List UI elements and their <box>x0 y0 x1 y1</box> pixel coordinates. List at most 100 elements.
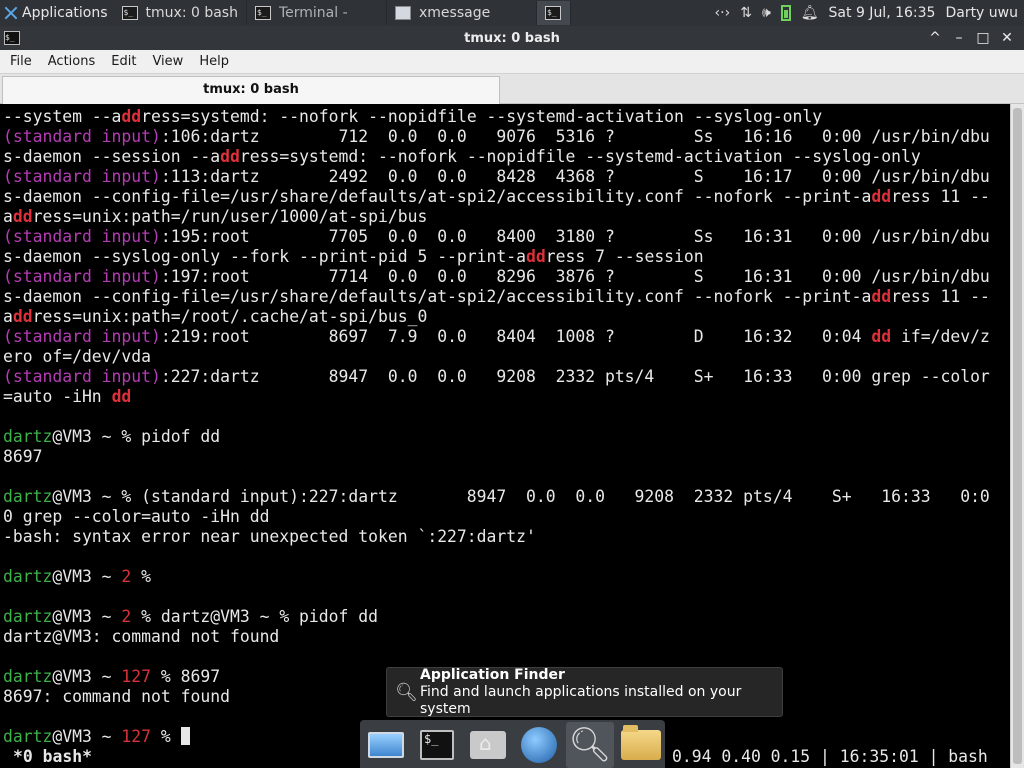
scrollbar-thumb[interactable] <box>1013 108 1022 764</box>
terminal-text-segment: dd <box>12 307 33 326</box>
terminal-text-segment: 0 grep --color=auto -iHn dd <box>3 507 270 526</box>
terminal-text-segment: dd <box>12 207 33 226</box>
terminal-text-segment: 127 <box>121 667 152 686</box>
terminal-text-segment: s-daemon --session --a <box>3 147 221 166</box>
show-desktop-icon <box>368 732 404 758</box>
maximize-button[interactable]: □ <box>974 30 992 46</box>
terminal-text-segment: (standard input) <box>3 367 161 386</box>
terminal-line: s-daemon --config-file=/usr/share/defaul… <box>3 187 1010 207</box>
magnifier-icon: 🔍︎ <box>395 681 418 703</box>
terminal-line: s-daemon --session --address=systemd: --… <box>3 147 1010 167</box>
terminal-line: s-daemon --config-file=/usr/share/defaul… <box>3 287 1010 307</box>
terminal-text-segment: dd <box>526 247 546 266</box>
terminal-line: ero of=/dev/vda <box>3 347 1010 367</box>
terminal-text-segment: 8697 <box>3 447 43 466</box>
notification-bell-icon[interactable]: 🔔︎ <box>801 5 819 21</box>
menu-actions[interactable]: Actions <box>40 54 104 69</box>
app-finder-icon: 🔍︎ <box>568 725 612 765</box>
terminal-text-segment: % <box>151 727 181 746</box>
tmux-window-list: *0 bash* <box>13 747 92 766</box>
menu-help[interactable]: Help <box>191 54 237 69</box>
app-finder-launcher[interactable]: 🔍︎ <box>566 722 614 768</box>
terminal-text-segment: @VM3 ~ % pidof dd <box>52 427 221 446</box>
files-folder-launcher[interactable] <box>617 722 665 768</box>
terminal-text-segment: dartz <box>3 567 53 586</box>
terminal-window-icon[interactable]: $_ <box>4 31 20 45</box>
terminal-line: (standard input):227:dartz 8947 0.0 0.0 … <box>3 367 1010 387</box>
terminal-text-segment: % dartz@VM3 ~ % pidof dd <box>131 607 378 626</box>
terminal-text-segment: =auto -iHn <box>3 387 112 406</box>
applications-menu-button[interactable]: Applications <box>0 0 114 26</box>
tooltip-description: Find and launch applications installed o… <box>420 683 742 717</box>
top-panel: Applications $_ tmux: 0 bash $_ Terminal… <box>0 0 1024 26</box>
terminal-text-segment: :227:dartz 8947 0.0 0.0 9208 2332 pts/4 … <box>160 367 990 386</box>
home-folder-icon <box>470 731 506 759</box>
taskbar-item-xmessage[interactable]: xmessage <box>387 1 537 25</box>
terminal-text-segment: --system --a <box>3 107 122 126</box>
terminal-icon: $_ <box>544 6 561 20</box>
terminal-text-segment: dartz <box>3 427 53 446</box>
terminal-text-segment: @VM3 ~ % (standard input):227:dartz 8947… <box>52 487 990 506</box>
terminal-line: =auto -iHn dd <box>3 387 1010 407</box>
taskbar-item-label: Terminal - <box>278 5 348 21</box>
tab-bar: tmux: 0 bash <box>0 74 1024 104</box>
user-menu[interactable]: Darty uwu <box>945 5 1018 21</box>
terminal-line: (standard input):106:dartz 712 0.0 0.0 9… <box>3 127 1010 147</box>
taskbar-item-label: tmux: 0 bash <box>145 5 238 21</box>
terminal-text-segment: dartz <box>3 667 53 686</box>
terminal-text-segment: s-daemon --syslog-only --fork --print-pi… <box>3 247 527 266</box>
terminal-text-segment: a <box>3 307 13 326</box>
terminal-text-segment: 2 <box>121 607 132 626</box>
terminal-text-segment: (standard input) <box>3 127 161 146</box>
menu-edit[interactable]: Edit <box>103 54 144 69</box>
terminal-text-segment: s-daemon --config-file=/usr/share/defaul… <box>3 187 872 206</box>
network-icon[interactable]: ‹·› <box>715 5 731 21</box>
terminal-icon: $_ <box>254 6 271 20</box>
taskbar-item-terminal[interactable]: $_ Terminal - <box>247 1 387 25</box>
taskbar-item-active-terminal[interactable]: $_ <box>536 1 571 25</box>
terminal-text-segment: dartz <box>3 727 53 746</box>
shade-button[interactable]: ^ <box>926 30 944 46</box>
terminal-text-segment: dd <box>121 107 142 126</box>
terminal-text-segment: dd <box>111 387 132 406</box>
home-folder-launcher[interactable] <box>464 722 512 768</box>
minimize-button[interactable]: – <box>950 30 968 46</box>
volume-icon[interactable]: 🕪 <box>762 5 771 21</box>
terminal-text-segment: :113:dartz 2492 0.0 0.0 8428 4368 ? S 16… <box>160 167 990 186</box>
terminal-text-segment: :106:dartz 712 0.0 0.0 9076 5316 ? Ss 16… <box>160 127 990 146</box>
terminal-text-segment: :219:root 8697 7.9 0.0 8404 1008 ? D 16:… <box>160 327 872 346</box>
menu-file[interactable]: File <box>2 54 40 69</box>
terminal-text-segment: ero of=/dev/vda <box>3 347 152 366</box>
terminal-text-segment: @VM3 ~ <box>52 727 122 746</box>
terminal-launcher[interactable]: $_ <box>413 722 461 768</box>
tab-tmux-bash[interactable]: tmux: 0 bash <box>2 76 500 104</box>
menu-view[interactable]: View <box>144 54 191 69</box>
menubar: File Actions Edit View Help <box>0 50 1024 74</box>
clock[interactable]: Sat 9 Jul, 16:35 <box>829 5 936 21</box>
transfer-icon[interactable]: ⇅ <box>740 5 752 21</box>
terminal-line: s-daemon --syslog-only --fork --print-pi… <box>3 247 1010 267</box>
terminal-line: (standard input):197:root 7714 0.0 0.0 8… <box>3 267 1010 287</box>
window-title: tmux: 0 bash <box>464 30 560 46</box>
battery-icon[interactable] <box>780 5 791 21</box>
terminal-line: dartz@VM3 ~ 2 % <box>3 567 1010 587</box>
terminal-line: -bash: syntax error near unexpected toke… <box>3 527 1010 547</box>
xmessage-window-icon <box>394 6 411 20</box>
web-browser-launcher[interactable] <box>515 722 563 768</box>
tooltip-title: Application Finder <box>420 666 565 683</box>
terminal-line: 0 grep --color=auto -iHn dd <box>3 507 1010 527</box>
terminal-line: dartz@VM3 ~ % pidof dd <box>3 427 1010 447</box>
terminal-text-segment: ress=systemd: --nofork --nopidfile --sys… <box>239 147 921 166</box>
terminal-scrollbar[interactable] <box>1010 104 1024 768</box>
terminal-text-segment: ress 11 -- <box>891 187 990 206</box>
terminal-text-segment: ress=unix:path=/run/user/1000/at-spi/bus <box>32 207 428 226</box>
taskbar-item-tmux[interactable]: $_ tmux: 0 bash <box>114 1 247 25</box>
terminal-text-segment: dartz <box>3 487 53 506</box>
window-titlebar[interactable]: $_ tmux: 0 bash ^ – □ ✕ <box>0 26 1024 50</box>
show-desktop-launcher[interactable] <box>362 722 410 768</box>
terminal-line: (standard input):195:root 7705 0.0 0.0 8… <box>3 227 1010 247</box>
terminal-text-segment: @VM3 ~ <box>52 607 122 626</box>
terminal-line: (standard input):219:root 8697 7.9 0.0 8… <box>3 327 1010 347</box>
close-button[interactable]: ✕ <box>998 30 1016 46</box>
terminal-text-segment: (standard input) <box>3 267 161 286</box>
